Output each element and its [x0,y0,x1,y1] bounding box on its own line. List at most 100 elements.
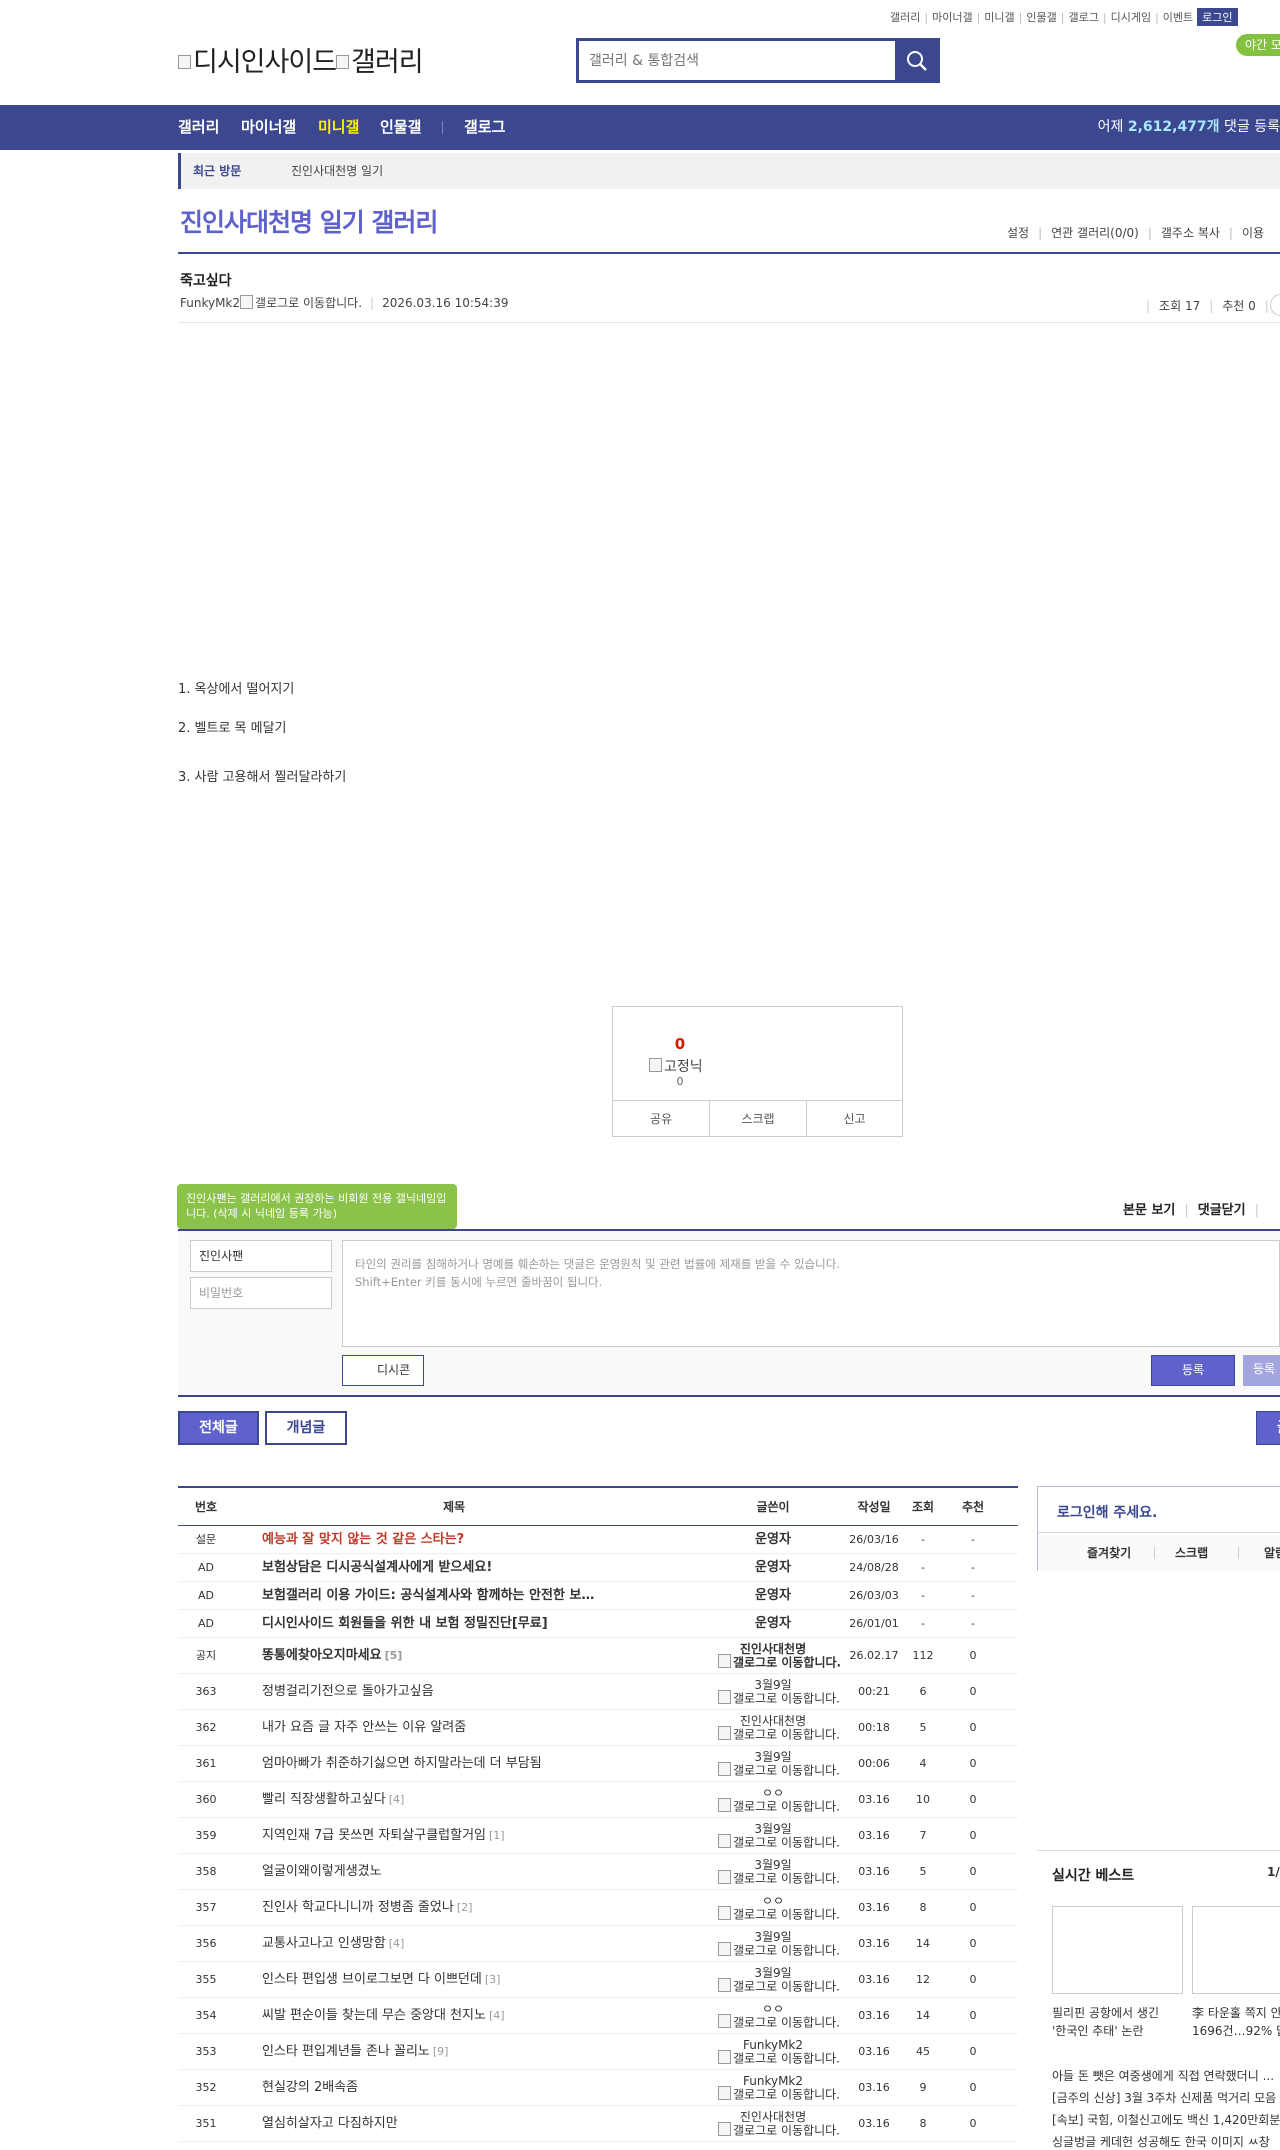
comment-submit-recommend-button[interactable]: 등록 [1243,1355,1280,1386]
util-link-minor[interactable]: 마이너갤 [932,11,972,24]
gallog-icon[interactable] [718,1870,731,1884]
nav-gallery[interactable]: 갤러리 [178,105,219,150]
table-row[interactable]: 352 현실강의 2배속좀 FunkyMk2 갤로그로 이동합니다. 03.16 … [178,2070,1018,2106]
row-comment-count[interactable]: [5] [385,1649,403,1662]
row-comment-count[interactable]: [3] [485,1973,501,1986]
row-subject[interactable]: 지역인재 7급 못쓰면 자퇴살구클럽할거임 [1] [262,1818,505,1854]
table-row[interactable]: 363 정병걸리기전으로 돌아가고싶음 3월9일 갤로그로 이동합니다. 00:2… [178,1674,1018,1710]
row-subject[interactable]: 교통사고나고 인생망함 [4] [262,1926,404,1962]
gallog-icon[interactable] [718,1942,731,1956]
nav-person[interactable]: 인물갤 [380,105,421,150]
best-list-item[interactable]: 아들 돈 뺏은 여중생에게 직접 연락했더니 ... [1052,2067,1274,2084]
table-row[interactable]: 354 씨발 편순이들 찾는데 무슨 중앙대 천지노 [4] ㅇㅇ 갤로그로 이동합… [178,1998,1018,2034]
option-usage[interactable]: 이용 [1242,226,1264,240]
best-list-item[interactable]: [금주의 신상] 3월 3주차 신제품 먹거리 모음 [1052,2089,1276,2106]
search-input[interactable] [579,41,895,80]
row-writer[interactable]: 진인사대천명 갤로그로 이동합니다. [718,1643,841,1670]
gallog-icon[interactable] [718,1690,731,1704]
nav-minor[interactable]: 마이너갤 [241,105,296,150]
gallog-icon[interactable] [718,2086,731,2100]
search-button[interactable] [897,41,937,80]
util-link-gallog[interactable]: 인물갤 [1026,11,1056,24]
best-list-item[interactable]: 싱글벙글 케데헌 성공해도 한국 이미지 ㅆ창 [1052,2133,1270,2150]
comment-submit-button[interactable]: 등록 [1151,1355,1235,1386]
gallog-icon[interactable] [718,1762,731,1776]
row-subject[interactable]: 보험갤러리 이용 가이드: 공식설계사와 함께하는 안전한 보… [262,1582,594,1610]
row-writer[interactable]: 3월9일 갤로그로 이동합니다. [718,1859,840,1886]
login-prompt[interactable]: 로그인해 주세요. [1057,1502,1157,1522]
recent-visit-label[interactable]: 최근 방문 [193,153,241,189]
gallog-icon[interactable] [718,1906,731,1920]
row-subject[interactable]: 내가 요즘 글 자주 안쓰는 이유 알려줌 [262,1710,469,1746]
gallery-title[interactable]: 진인사대천명 일기 갤러리 [180,203,438,239]
row-writer[interactable]: 3월9일 갤로그로 이동합니다. [718,1679,840,1706]
row-comment-count[interactable]: [1] [489,1829,505,1842]
table-row[interactable]: 362 내가 요즘 글 자주 안쓰는 이유 알려줌 진인사대천명 갤로그로 이동합… [178,1710,1018,1746]
row-subject[interactable]: 보험상담은 디시공식설계사에게 받으세요! [262,1554,492,1582]
row-subject[interactable]: 현실강의 2배속좀 [262,2070,361,2106]
site-logo[interactable]: 디시인사이드 갤러리 [178,40,424,79]
row-writer[interactable]: FunkyMk2 갤로그로 이동합니다. [718,2075,840,2102]
table-row[interactable]: AD 보험상담은 디시공식설계사에게 받으세요! 운영자 24/08/28 - … [178,1554,1018,1582]
gallog-icon[interactable] [718,1834,731,1848]
row-writer[interactable]: 진인사대천명 갤로그로 이동합니다. [718,1715,840,1742]
row-subject[interactable]: 얼굴이왜이렇게생겼노 [262,1854,385,1890]
best-list-item[interactable]: [속보] 국힘, 이철신고에도 백신 1,420만회분 [1052,2111,1280,2128]
util-link-dcgame[interactable]: 갤로그 [1068,11,1098,24]
nickname-field[interactable]: 진인사팬 [190,1240,332,1272]
util-link-event[interactable]: 디시게임 [1111,11,1151,24]
favorites-link[interactable]: 즐겨찾기 [1087,1533,1131,1573]
scrap-link[interactable]: 스크랩 [1175,1533,1208,1573]
row-subject[interactable]: 디시인사이드 회원들을 위한 내 보험 정밀진단[무료] [262,1610,548,1638]
best-caption[interactable]: 李 타운홀 쪽지 안 1696건…92% 답 [1192,2004,1280,2040]
row-comment-count[interactable]: [4] [389,1937,405,1950]
report-button[interactable]: 신고 [807,1101,902,1137]
table-row[interactable]: 공지 똥통에찾아오지마세요 [5] 진인사대천명 갤로그로 이동합니다. 26.02… [178,1638,1018,1674]
table-row[interactable]: 설문 예능과 잘 맞지 않는 것 같은 스타는? 운영자 26/03/16 - … [178,1526,1018,1554]
password-field[interactable]: 비밀번호 [190,1277,332,1309]
close-comments-link[interactable]: 댓글닫기 [1198,1203,1246,1218]
util-link-person[interactable]: 미니갤 [984,11,1014,24]
util-link-gallery[interactable]: 갤러리 [890,11,920,24]
gallog-icon[interactable] [718,1654,731,1668]
row-subject[interactable]: 엄마아빠가 취준하기싫으면 하지말라는데 더 부담됨 [262,1746,545,1782]
option-settings[interactable]: 설정 [1007,226,1029,240]
notification-link[interactable]: 알림 [1264,1533,1280,1573]
tab-recommended[interactable]: 개념글 [265,1411,347,1445]
table-row[interactable]: AD 디시인사이드 회원들을 위한 내 보험 정밀진단[무료] 운영자 26/0… [178,1610,1018,1638]
row-subject[interactable]: 예능과 잘 맞지 않는 것 같은 스타는? [262,1526,464,1554]
table-row[interactable]: 356 교통사고나고 인생망함 [4] 3월9일 갤로그로 이동합니다. 03.16… [178,1926,1018,1962]
row-subject[interactable]: 똥통에찾아오지마세요 [5] [262,1638,402,1674]
row-writer[interactable]: FunkyMk2 갤로그로 이동합니다. [718,2039,840,2066]
view-body-link[interactable]: 본문 보기 [1123,1203,1175,1218]
gallog-icon[interactable] [718,1978,731,1992]
recent-visit-item[interactable]: 진인사대천명 일기 [291,153,383,189]
row-subject[interactable]: 빨리 직장생활하고싶다 [4] [262,1782,404,1818]
gallog-icon[interactable] [718,2122,731,2136]
tab-all-posts[interactable]: 전체글 [178,1411,259,1445]
post-author[interactable]: FunkyMk2 [180,296,240,310]
best-caption[interactable]: 필리핀 공항에서 생긴 '한국인 추태' 논란 [1052,2004,1183,2040]
row-subject[interactable]: 열심히살자고 다짐하지만 [262,2106,401,2142]
table-row[interactable]: 358 얼굴이왜이렇게생겼노 3월9일 갤로그로 이동합니다. 03.16 5 0 [178,1854,1018,1890]
login-button[interactable]: 로그인 [1197,8,1238,26]
row-writer[interactable]: ㅇㅇ 갤로그로 이동합니다. [718,1787,840,1814]
gallog-icon[interactable] [240,294,254,309]
row-writer[interactable]: 3월9일 갤로그로 이동합니다. [718,1967,840,1994]
table-row[interactable]: 359 지역인재 7급 못쓰면 자퇴살구클럽할거임 [1] 3월9일 갤로그로 이동… [178,1818,1018,1854]
table-row[interactable]: 351 열심히살자고 다짐하지만 진인사대천명 갤로그로 이동합니다. 03.16… [178,2106,1018,2142]
row-subject[interactable]: 정병걸리기전으로 돌아가고싶음 [262,1674,437,1710]
gallog-icon[interactable] [718,1726,731,1740]
table-row[interactable]: 353 인스타 편입계년들 존나 꼴리노 [9] FunkyMk2 갤로그로 이동합… [178,2034,1018,2070]
row-writer[interactable]: ㅇㅇ 갤로그로 이동합니다. [718,1895,840,1922]
dccon-button[interactable]: 디시콘 [342,1355,424,1386]
row-subject[interactable]: 인스타 편입생 브이로그보면 다 이쁘던데 [3] [262,1962,500,1998]
table-row[interactable]: 355 인스타 편입생 브이로그보면 다 이쁘던데 [3] 3월9일 갤로그로 이동… [178,1962,1018,1998]
nav-mini[interactable]: 미니갤 [318,105,359,150]
row-subject[interactable]: 인스타 편입계년들 존나 꼴리노 [9] [262,2034,448,2070]
gallog-icon[interactable] [718,2050,731,2064]
row-writer[interactable]: 3월9일 갤로그로 이동합니다. [718,1751,840,1778]
table-row[interactable]: 357 진인사 학교다니니까 정병좀 줄었나 [2] ㅇㅇ 갤로그로 이동합니다. … [178,1890,1018,1926]
row-comment-count[interactable]: [9] [433,2045,449,2058]
gallog-icon[interactable] [718,1798,731,1812]
